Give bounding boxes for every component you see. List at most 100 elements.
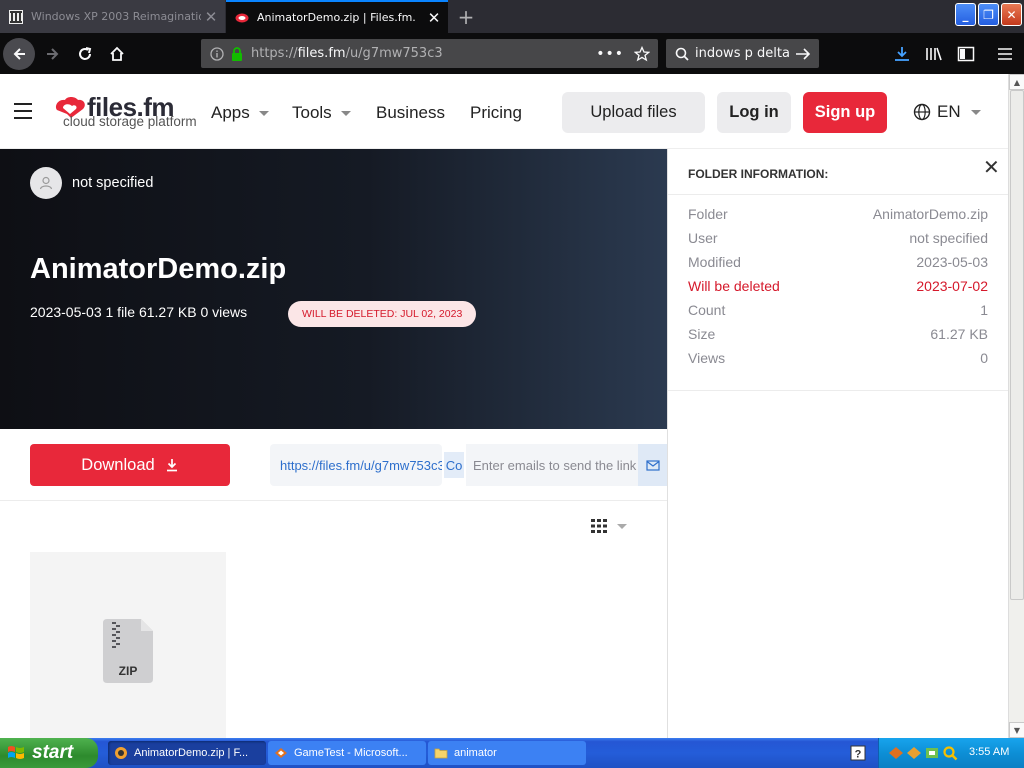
windows-flag-icon bbox=[8, 746, 24, 759]
chevron-down-icon bbox=[970, 109, 981, 115]
forward-arrow-icon[interactable] bbox=[37, 38, 69, 70]
browser-toolbar: https://files.fm/u/g7mw753c3 ••• indows … bbox=[0, 33, 1024, 74]
tab-close-icon[interactable]: ✕ bbox=[424, 9, 444, 27]
envelope-icon bbox=[645, 459, 660, 471]
info-key: Size bbox=[688, 326, 716, 342]
clock: 3:55 AM bbox=[969, 746, 1010, 758]
info-value: 2023-07-02 bbox=[916, 278, 988, 294]
window-maximize-button[interactable]: ❐ bbox=[978, 3, 999, 26]
folder-info-panel: FOLDER INFORMATION: ✕ Folder AnimatorDem… bbox=[667, 149, 1009, 738]
browser-tab-active[interactable]: AnimatorDemo.zip | Files.fm. ✕ bbox=[226, 0, 448, 33]
task-label: GameTest - Microsoft... bbox=[294, 747, 408, 759]
tab-close-icon[interactable]: ✕ bbox=[201, 8, 221, 26]
chevron-down-icon bbox=[258, 111, 269, 117]
search-go-arrow-icon[interactable] bbox=[795, 47, 811, 61]
start-button[interactable]: start bbox=[0, 738, 98, 768]
reload-icon[interactable] bbox=[69, 38, 101, 70]
nav-tools[interactable]: Tools bbox=[292, 103, 351, 123]
info-key: Modified bbox=[688, 254, 741, 270]
scrollbar-thumb[interactable] bbox=[1010, 90, 1024, 600]
upload-files-button[interactable]: Upload files bbox=[562, 92, 705, 133]
info-circle-icon[interactable] bbox=[210, 46, 224, 61]
info-row-views: Views 0 bbox=[688, 350, 988, 370]
language-selector[interactable]: EN bbox=[913, 102, 981, 122]
panel-title: FOLDER INFORMATION: bbox=[688, 167, 829, 181]
page-actions-ellipsis-icon[interactable]: ••• bbox=[596, 46, 624, 62]
search-bar[interactable]: indows p delta bbox=[666, 39, 819, 68]
owner-name[interactable]: not specified bbox=[72, 175, 153, 191]
library-icon[interactable] bbox=[925, 46, 943, 62]
svg-text:?: ? bbox=[855, 749, 862, 761]
tray-app-icon[interactable] bbox=[906, 745, 922, 761]
page-scrollbar[interactable]: ▲ ▼ bbox=[1008, 74, 1024, 738]
avatar[interactable] bbox=[30, 167, 62, 199]
home-icon[interactable] bbox=[101, 38, 133, 70]
grid-view-icon bbox=[591, 519, 607, 533]
language-label: EN bbox=[937, 102, 961, 121]
info-row-deletion: Will be deleted 2023-07-02 bbox=[688, 278, 988, 298]
info-row-folder: Folder AnimatorDemo.zip bbox=[688, 206, 988, 226]
tab-title: Windows XP 2003 Reimagination bbox=[31, 10, 201, 23]
info-key: Views bbox=[688, 350, 726, 366]
visual-studio-app-icon bbox=[275, 748, 287, 758]
share-link-field[interactable]: https://files.fm/u/g7mw753c3 bbox=[270, 444, 442, 486]
tray-app-icon[interactable] bbox=[888, 745, 904, 761]
site-menu-icon[interactable] bbox=[14, 103, 32, 119]
info-row-user: User not specified bbox=[688, 230, 988, 250]
info-row-count: Count 1 bbox=[688, 302, 988, 322]
download-button[interactable]: Download bbox=[30, 444, 230, 486]
globe-icon bbox=[913, 103, 931, 121]
window-close-button[interactable]: ✕ bbox=[1001, 3, 1022, 26]
site-logo[interactable]: files.fm cloud storage platform bbox=[53, 92, 197, 134]
copy-link-button[interactable]: Co bbox=[444, 452, 464, 478]
sidebar-toggle-icon[interactable] bbox=[957, 46, 975, 62]
signup-button[interactable]: Sign up bbox=[803, 92, 887, 133]
taskbar-item-animator-folder[interactable]: animator bbox=[428, 741, 586, 765]
file-tile[interactable]: ZIP bbox=[30, 552, 226, 738]
tray-search-icon[interactable] bbox=[942, 745, 958, 761]
nav-business[interactable]: Business bbox=[376, 103, 445, 123]
download-arrow-icon bbox=[166, 459, 177, 472]
zip-file-icon: ZIP bbox=[103, 619, 153, 683]
email-recipients-input[interactable] bbox=[466, 444, 638, 486]
login-button[interactable]: Log in bbox=[717, 92, 791, 133]
url-text: https://files.fm/u/g7mw753c3 bbox=[251, 46, 443, 61]
taskbar-item-browser[interactable]: AnimatorDemo.zip | F... bbox=[108, 741, 266, 765]
file-hero-banner: not specified AnimatorDemo.zip 2023-05-0… bbox=[0, 149, 667, 429]
tab-title: AnimatorDemo.zip | Files.fm. bbox=[257, 11, 416, 24]
info-row-modified: Modified 2023-05-03 bbox=[688, 254, 988, 274]
browser-app-icon bbox=[115, 747, 127, 759]
file-ext-label: ZIP bbox=[119, 664, 138, 678]
tray-network-icon[interactable] bbox=[924, 745, 940, 761]
scroll-up-arrow-icon[interactable]: ▲ bbox=[1009, 74, 1024, 90]
nav-tools-label: Tools bbox=[292, 103, 332, 122]
info-value: 2023-05-03 bbox=[916, 254, 988, 270]
os-taskbar: start AnimatorDemo.zip | F... GameTest -… bbox=[0, 738, 1024, 768]
task-label: AnimatorDemo.zip | F... bbox=[134, 747, 249, 759]
url-bar[interactable]: https://files.fm/u/g7mw753c3 ••• bbox=[201, 39, 658, 68]
taskbar-item-gametest[interactable]: GameTest - Microsoft... bbox=[268, 741, 426, 765]
close-icon[interactable]: ✕ bbox=[983, 155, 1000, 179]
search-icon bbox=[675, 47, 689, 61]
send-email-button[interactable] bbox=[638, 444, 667, 486]
info-value: 1 bbox=[980, 302, 988, 318]
back-arrow-icon[interactable] bbox=[3, 38, 35, 70]
nav-apps[interactable]: Apps bbox=[211, 103, 269, 123]
new-tab-plus-icon[interactable]: + bbox=[454, 5, 478, 29]
divider bbox=[668, 390, 1009, 391]
scroll-down-arrow-icon[interactable]: ▼ bbox=[1009, 722, 1024, 738]
downloads-icon[interactable] bbox=[893, 46, 911, 62]
view-mode-selector[interactable] bbox=[590, 518, 627, 534]
museum-favicon-icon bbox=[9, 9, 23, 24]
bookmark-star-icon[interactable] bbox=[634, 45, 650, 62]
divider bbox=[0, 500, 667, 501]
nav-apps-label: Apps bbox=[211, 103, 250, 122]
nav-pricing[interactable]: Pricing bbox=[470, 103, 522, 123]
info-key: Folder bbox=[688, 206, 728, 222]
menu-hamburger-icon[interactable] bbox=[996, 46, 1014, 62]
window-minimize-button[interactable]: _ bbox=[955, 3, 976, 26]
browser-tab[interactable]: Windows XP 2003 Reimagination ✕ bbox=[0, 0, 225, 33]
info-value: AnimatorDemo.zip bbox=[872, 206, 988, 222]
help-icon[interactable]: ? bbox=[850, 745, 866, 761]
start-label: start bbox=[32, 742, 74, 763]
